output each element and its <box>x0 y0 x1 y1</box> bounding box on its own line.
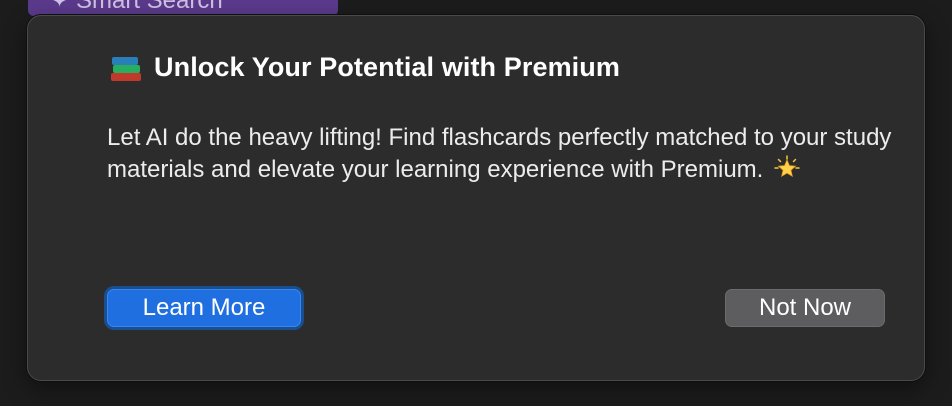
sparkle-icon: ✦ <box>52 0 68 11</box>
dialog-title: Unlock Your Potential with Premium <box>154 52 620 82</box>
not-now-button[interactable]: Not Now <box>725 289 885 327</box>
dialog-header: Unlock Your Potential with Premium <box>110 52 620 83</box>
books-icon <box>110 53 142 83</box>
premium-upsell-dialog: Unlock Your Potential with Premium Let A… <box>27 15 925 381</box>
smart-search-label: Smart Search <box>76 0 223 14</box>
glowing-star-icon <box>774 155 800 178</box>
learn-more-button[interactable]: Learn More <box>107 289 301 327</box>
smart-search-button[interactable]: ✦ Smart Search <box>28 0 338 16</box>
dialog-message: Let AI do the heavy lifting! Find flashc… <box>107 122 897 186</box>
